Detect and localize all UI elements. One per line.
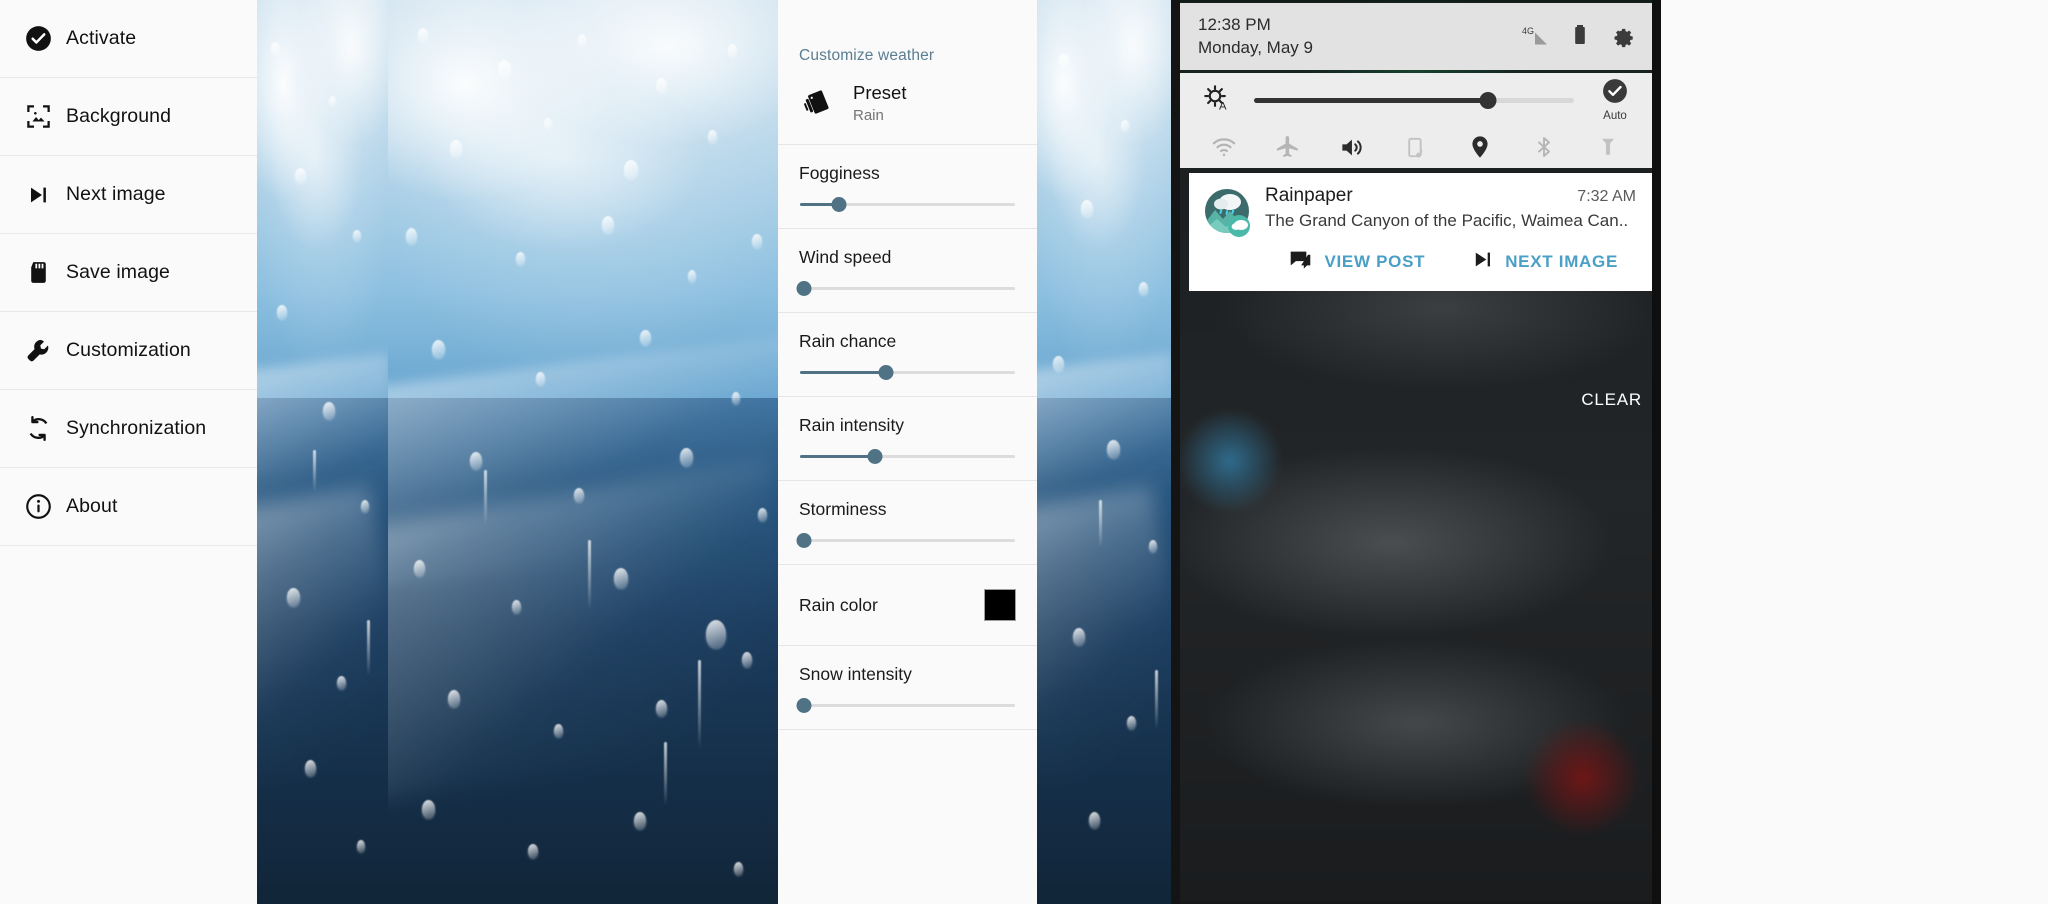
rain-intensity-slider[interactable]: [800, 449, 1015, 465]
battery-icon: [1572, 23, 1588, 52]
wifi-icon[interactable]: [1202, 130, 1246, 164]
wrench-icon: [10, 337, 66, 364]
check-circle-icon: [1602, 78, 1628, 109]
customize-weather-panel: Customize weather Preset Rain Fogginess: [778, 0, 1037, 904]
sync-icon: [10, 415, 66, 442]
sidebar-item-label: Background: [66, 105, 172, 127]
preset-text-group: Preset Rain: [853, 81, 906, 124]
auto-label: Auto: [1603, 110, 1627, 122]
bluetooth-icon[interactable]: [1522, 130, 1566, 164]
next-image-action[interactable]: NEXT IMAGE: [1471, 248, 1618, 276]
slider-label: Snow intensity: [799, 664, 912, 685]
sidebar-item-next-image[interactable]: Next image: [0, 156, 257, 234]
android-notification-shade: 12:38 PM Monday, May 9 4G A Auto Rainpap…: [1171, 0, 1661, 904]
slider-row-snow-intensity[interactable]: Snow intensity: [778, 646, 1037, 731]
svg-text:A: A: [1219, 100, 1227, 112]
slider-label: Storminess: [799, 499, 887, 520]
svg-text:4G: 4G: [1522, 26, 1534, 36]
view-post-action[interactable]: VIEW POST: [1288, 247, 1425, 277]
auto-brightness-toggle[interactable]: Auto: [1592, 78, 1638, 122]
image-frame-icon: [10, 103, 66, 130]
slider-row-rain-intensity[interactable]: Rain intensity: [778, 397, 1037, 482]
rainpaper-app-icon: [1203, 187, 1255, 239]
slider-label: Wind speed: [799, 247, 892, 268]
notification-actions: VIEW POST NEXT IMAGE: [1189, 239, 1652, 291]
notification-title-row: Rainpaper 7:32 AM: [1265, 185, 1636, 207]
status-icon-group: 4G: [1522, 21, 1636, 54]
wallpaper-preview-strip-left: [257, 0, 388, 904]
comment-icon: [1288, 247, 1313, 277]
notification-card[interactable]: Rainpaper 7:32 AM The Grand Canyon of th…: [1189, 173, 1652, 291]
snow-intensity-slider[interactable]: [796, 698, 1015, 714]
status-header: 12:38 PM Monday, May 9 4G: [1180, 3, 1652, 70]
sidebar-item-save-image[interactable]: Save image: [0, 234, 257, 312]
slider-row-fogginess[interactable]: Fogginess: [778, 145, 1037, 230]
sidebar-item-background[interactable]: Background: [0, 78, 257, 156]
rain-color-label: Rain color: [799, 594, 878, 615]
brightness-row: A Auto: [1180, 73, 1652, 127]
auto-rotate-icon[interactable]: [1394, 130, 1438, 164]
signal-4g-icon: 4G: [1522, 23, 1552, 52]
flashlight-icon[interactable]: [1586, 130, 1630, 164]
fogginess-slider[interactable]: [800, 197, 1015, 213]
wallpaper-preview-strip-main: [388, 0, 778, 904]
preset-value: Rain: [853, 107, 884, 125]
clear-notifications-button[interactable]: CLEAR: [1581, 390, 1642, 410]
check-circle-icon: [10, 25, 66, 52]
quick-settings-panel: A Auto: [1180, 73, 1652, 168]
sidebar-item-activate[interactable]: Activate: [0, 0, 257, 78]
panel-title: Customize weather: [799, 47, 935, 64]
wind-speed-slider[interactable]: [796, 281, 1015, 297]
sidebar-item-customization[interactable]: Customization: [0, 312, 257, 390]
skip-next-icon: [10, 183, 66, 207]
rain-chance-slider[interactable]: [800, 365, 1015, 381]
phone-bezel-right: [1652, 0, 1661, 904]
notification-app-name: Rainpaper: [1265, 185, 1353, 206]
next-image-label: NEXT IMAGE: [1505, 252, 1618, 271]
slider-label: Fogginess: [799, 163, 880, 184]
location-pin-icon[interactable]: [1458, 130, 1502, 164]
settings-gear-icon[interactable]: [1608, 21, 1636, 54]
view-post-label: VIEW POST: [1324, 252, 1426, 271]
sidebar-item-label: Next image: [66, 183, 166, 205]
skip-next-icon: [1471, 248, 1494, 276]
brightness-slider[interactable]: [1254, 91, 1574, 109]
preset-card-icon: [778, 87, 853, 119]
slider-row-rain-chance[interactable]: Rain chance: [778, 313, 1037, 398]
notification-body: The Grand Canyon of the Pacific, Waimea …: [1265, 211, 1629, 230]
volume-icon[interactable]: [1330, 130, 1374, 164]
quick-toggle-row: [1180, 127, 1652, 167]
slider-row-storminess[interactable]: Storminess: [778, 481, 1037, 566]
slider-label: Rain intensity: [799, 415, 905, 436]
sidebar-item-about[interactable]: About: [0, 468, 257, 546]
sidebar-item-label: Synchronization: [66, 417, 207, 439]
sidebar-item-label: About: [66, 495, 118, 517]
storminess-slider[interactable]: [796, 533, 1015, 549]
navigation-sidebar: Activate Background Next image Save imag…: [0, 0, 257, 904]
rain-color-row[interactable]: Rain color: [778, 565, 1037, 647]
sidebar-item-label: Activate: [66, 27, 137, 49]
info-circle-icon: [10, 493, 66, 520]
notification-text: Rainpaper 7:32 AM The Grand Canyon of th…: [1255, 185, 1636, 231]
wallpaper-preview-strip-right: [1037, 0, 1171, 904]
notification-header: Rainpaper 7:32 AM The Grand Canyon of th…: [1189, 185, 1652, 239]
preset-row[interactable]: Preset Rain: [778, 65, 1037, 146]
sidebar-item-label: Save image: [66, 261, 170, 283]
app-screenshot: Activate Background Next image Save imag…: [0, 0, 2048, 904]
slider-row-wind-speed[interactable]: Wind speed: [778, 229, 1037, 314]
phone-bezel-left: [1171, 0, 1180, 904]
sd-card-icon: [10, 260, 66, 285]
airplane-mode-icon[interactable]: [1266, 130, 1310, 164]
notification-time: 7:32 AM: [1577, 188, 1636, 205]
sidebar-item-synchronization[interactable]: Synchronization: [0, 390, 257, 468]
sidebar-item-label: Customization: [66, 339, 191, 361]
rain-color-swatch[interactable]: [984, 589, 1016, 622]
brightness-auto-icon: A: [1202, 83, 1232, 118]
slider-label: Rain chance: [799, 331, 897, 352]
preset-label: Preset: [853, 82, 907, 103]
